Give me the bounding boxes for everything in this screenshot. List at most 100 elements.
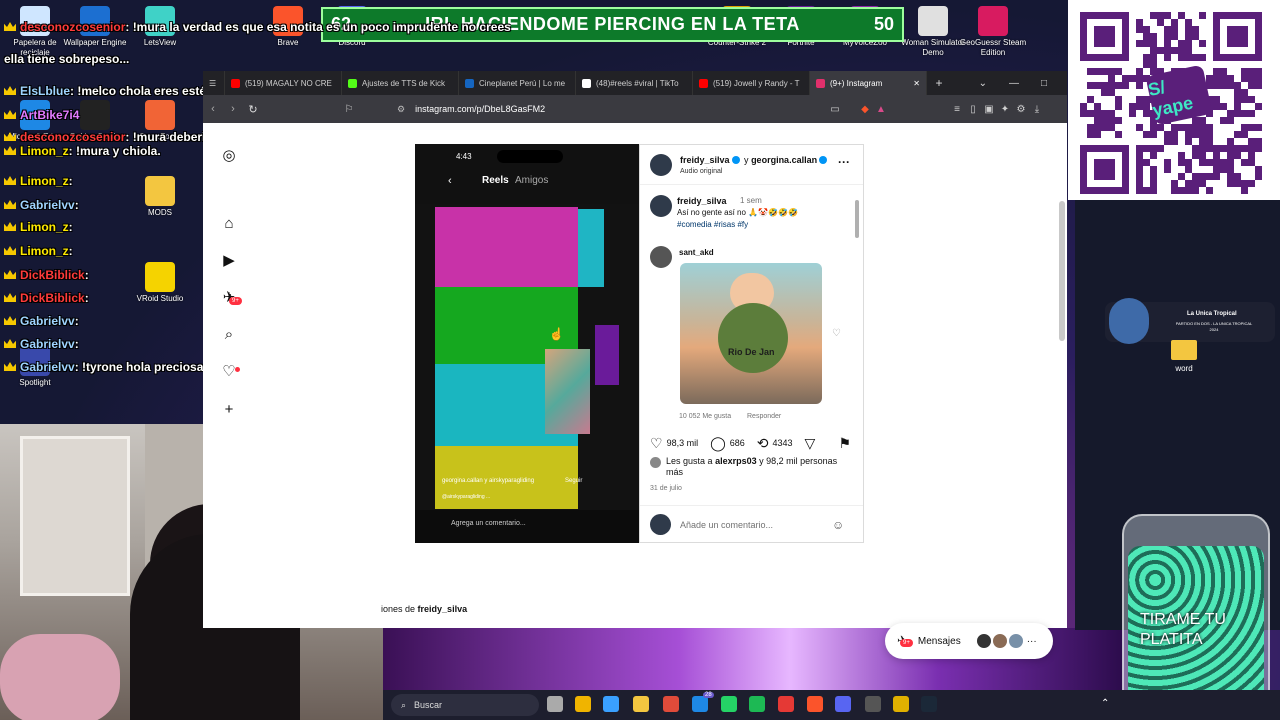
taskbar-app-icon[interactable] xyxy=(807,696,823,712)
tab-favicon-icon xyxy=(465,78,474,88)
browser-tab[interactable]: (48)#reels #viral | TikTo xyxy=(576,71,693,95)
extensions-icon[interactable]: ⚙ xyxy=(1013,104,1029,115)
comment-reply-button[interactable]: Responder xyxy=(747,413,781,420)
messages-label: Mensajes xyxy=(917,635,961,647)
comments-scrollbar[interactable] xyxy=(855,200,859,238)
author-avatar[interactable] xyxy=(650,154,672,176)
qr-module xyxy=(1178,173,1185,180)
qr-module xyxy=(1087,124,1094,131)
app-icon xyxy=(145,176,175,206)
forward-button[interactable]: › xyxy=(223,103,243,115)
chat-text: : xyxy=(74,337,79,351)
caption-time: 1 sem xyxy=(740,196,762,205)
chat-message: Gabrielvv: xyxy=(4,314,79,328)
leo-icon[interactable]: ✦ xyxy=(997,104,1013,115)
comment-like-icon[interactable]: ♡ xyxy=(832,328,841,339)
browser-tab[interactable]: (9+) Instagram ✕ xyxy=(810,71,927,95)
qr-module xyxy=(1185,159,1192,166)
share-icon[interactable]: ▽ xyxy=(805,435,816,452)
more-options-icon[interactable]: ··· xyxy=(838,155,850,169)
wallet-icon[interactable]: ▣ xyxy=(981,104,997,115)
qr-module xyxy=(1101,117,1108,124)
comment-likes[interactable]: 10 052 Me gusta xyxy=(679,413,731,420)
more-from-username[interactable]: freidy_silva xyxy=(418,604,468,614)
page-scrollbar[interactable] xyxy=(1059,201,1065,341)
caption-hashtags[interactable]: #comedia #risas #fy xyxy=(677,220,748,229)
author-1-link[interactable]: freidy_silva xyxy=(680,155,730,165)
new-tab-button[interactable]: + xyxy=(927,76,951,90)
instagram-logo-icon[interactable]: ◎ xyxy=(220,147,238,165)
reload-button[interactable]: ↻ xyxy=(243,103,263,116)
address-bar[interactable]: ⚙ instagram.com/p/DbeL8GasFM2 xyxy=(397,100,827,118)
reel-video[interactable]: 4:43 ‹ Reels Amigos georgina.callan y ai… xyxy=(415,144,639,543)
menu-icon[interactable]: ≡ xyxy=(949,104,965,115)
taskbar-app-icon[interactable] xyxy=(575,696,591,712)
home-icon[interactable]: ⌂ xyxy=(220,215,238,233)
qr-module xyxy=(1136,68,1143,75)
tip-jar-text: TIRAME TU PLATITA xyxy=(1140,611,1226,648)
repost-icon[interactable]: ⟲ xyxy=(757,435,769,452)
taskbar-app-icon[interactable] xyxy=(921,696,937,712)
reels-icon[interactable]: ▶ xyxy=(220,252,238,270)
qr-module xyxy=(1227,110,1234,117)
desktop-icon[interactable]: VRoid Studio xyxy=(125,262,195,304)
taskbar-app-icon[interactable] xyxy=(865,696,881,712)
taskbar-app-icon[interactable] xyxy=(603,696,619,712)
commenter-avatar[interactable] xyxy=(650,246,672,268)
liked-by-user[interactable]: alexrps03 xyxy=(715,456,757,466)
site-info-icon[interactable]: ⚙ xyxy=(397,104,405,115)
browser-tab[interactable]: Cineplanet Perú | Lo me xyxy=(459,71,576,95)
browser-tab[interactable]: (519) Jowell y Randy - T xyxy=(693,71,810,95)
browser-tab[interactable]: (519) MAGALY NO CRE xyxy=(225,71,342,95)
back-button[interactable]: ‹ xyxy=(203,103,223,115)
verified-badge-icon xyxy=(731,156,740,164)
tab-list-icon[interactable]: ⌄ xyxy=(979,78,987,89)
minimize-button[interactable]: — xyxy=(1009,78,1019,89)
qr-module xyxy=(1248,159,1255,166)
emoji-icon[interactable]: ☺ xyxy=(832,518,844,532)
desktop-icon[interactable]: MODS xyxy=(125,176,195,218)
taskbar-search[interactable]: ⌕ Buscar xyxy=(391,694,539,716)
taskbar-app-icon[interactable] xyxy=(893,696,909,712)
audio-link[interactable]: Audio original xyxy=(680,168,722,175)
save-icon[interactable]: ⚑ xyxy=(838,435,851,452)
like-icon[interactable]: ♡ xyxy=(650,435,663,452)
taskbar-app-icon[interactable] xyxy=(778,696,794,712)
brave-menu-tab[interactable]: ☰ xyxy=(203,71,225,95)
add-comment-input[interactable]: Añade un comentario... xyxy=(680,520,773,530)
sidebar-icon[interactable]: ▯ xyxy=(965,104,981,115)
reel-follow-button: Seguir xyxy=(565,478,583,484)
tray-chevron-icon[interactable]: ⌃ xyxy=(1101,698,1109,709)
taskbar-app-icon[interactable] xyxy=(633,696,649,712)
taskbar-app-icon[interactable] xyxy=(749,696,765,712)
comment-username[interactable]: sant_akd xyxy=(679,248,714,257)
caption-username[interactable]: freidy_silva xyxy=(677,196,727,206)
search-icon[interactable]: ⌕ xyxy=(220,326,238,344)
taskbar-app-icon[interactable] xyxy=(663,696,679,712)
taskbar-app-icon[interactable] xyxy=(721,696,737,712)
messages-button[interactable]: ✈ 9+ Mensajes ··· xyxy=(885,623,1053,659)
chat-username: ElsLblue xyxy=(20,84,71,98)
comment-icon[interactable]: ◯ xyxy=(710,435,726,452)
maximize-button[interactable]: □ xyxy=(1041,78,1047,89)
notifications-heart-icon[interactable]: ♡ xyxy=(220,363,238,381)
desktop-folder-word[interactable]: word xyxy=(1162,340,1206,373)
qr-module xyxy=(1087,96,1094,103)
browser-tab[interactable]: Ajustes de TTS de Kick xyxy=(342,71,459,95)
brave-rewards-icon[interactable]: ▲ xyxy=(873,104,889,115)
brave-shields-icon[interactable]: ◆ xyxy=(857,104,873,115)
qr-module xyxy=(1164,26,1171,33)
close-tab-icon[interactable]: ✕ xyxy=(909,79,920,88)
cast-icon[interactable]: ▭ xyxy=(827,104,843,115)
downloads-icon[interactable]: ⤓ xyxy=(1029,104,1045,115)
taskbar-app-icon[interactable] xyxy=(692,696,708,712)
create-icon[interactable]: + xyxy=(220,401,238,419)
qr-module xyxy=(1227,173,1234,180)
caption-avatar[interactable] xyxy=(650,195,672,217)
desktop-icon[interactable]: GeoGuessr Steam Edition xyxy=(958,6,1028,58)
taskbar-app-icon[interactable] xyxy=(835,696,851,712)
taskbar-app-icon[interactable] xyxy=(547,696,563,712)
qr-module xyxy=(1234,110,1241,117)
bookmark-icon[interactable]: ⚐ xyxy=(341,104,357,115)
author-2-link[interactable]: georgina.callan xyxy=(751,155,817,165)
